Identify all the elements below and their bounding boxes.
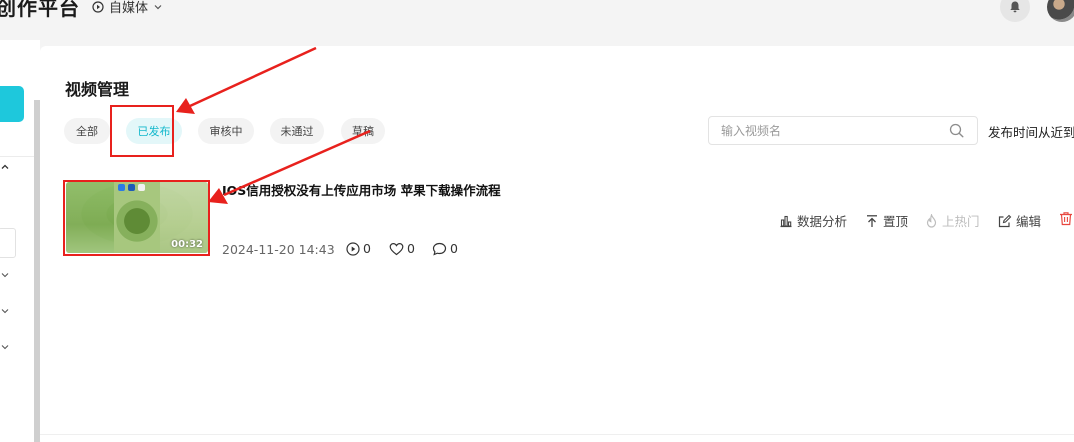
chevron-up-icon[interactable]: [0, 162, 10, 172]
promote-hot-label: 上热门: [942, 214, 980, 229]
video-thumbnail[interactable]: 00:32: [66, 182, 208, 253]
pin-label: 置顶: [883, 214, 909, 229]
like-count: 0: [389, 241, 415, 256]
app-icon: [118, 184, 125, 191]
promote-hot-button[interactable]: 上热门: [925, 211, 980, 230]
media-type-switch[interactable]: 自媒体: [92, 0, 163, 16]
publish-time-sort[interactable]: 发布时间从近到: [988, 122, 1074, 141]
tab-published[interactable]: 已发布: [126, 118, 182, 144]
chevron-down-icon: [154, 4, 162, 9]
like-count-value: 0: [407, 241, 415, 256]
sidebar-selected-subitem[interactable]: [0, 228, 16, 258]
video-title[interactable]: IOS信用授权没有上传应用市场 苹果下载操作流程: [222, 180, 501, 199]
comment-icon: [432, 242, 447, 256]
play-circle-icon: [92, 0, 104, 13]
analytics-button[interactable]: 数据分析: [779, 211, 847, 230]
media-switch-label: 自媒体: [109, 1, 149, 16]
search-icon[interactable]: [949, 123, 964, 138]
top-bar: 创作平台 自媒体: [0, 0, 1074, 22]
video-duration: 00:32: [171, 239, 203, 250]
user-avatar[interactable]: [1047, 0, 1074, 22]
bar-chart-icon: [780, 215, 792, 227]
play-count-value: 0: [363, 241, 371, 256]
edit-icon: [998, 214, 1012, 227]
comment-count-value: 0: [450, 241, 458, 256]
heart-icon: [389, 242, 404, 255]
comment-count: 0: [432, 241, 458, 256]
edit-label: 编辑: [1016, 214, 1042, 229]
brand-title: 创作平台: [0, 0, 80, 20]
panel-divider: [40, 434, 1074, 435]
app-icon: [138, 184, 145, 191]
flame-icon: [926, 213, 937, 228]
trash-icon: [1060, 212, 1072, 226]
edit-button[interactable]: 编辑: [998, 211, 1041, 230]
delete-button[interactable]: [1059, 211, 1073, 226]
tab-reviewing[interactable]: 审核中: [198, 118, 254, 144]
chevron-down-icon[interactable]: [0, 342, 10, 352]
notification-bell-icon[interactable]: [1000, 0, 1030, 22]
sidebar-active-item[interactable]: [0, 86, 24, 122]
tab-draft[interactable]: 草稿: [341, 118, 385, 144]
chevron-down-icon[interactable]: [0, 270, 10, 280]
play-count: 0: [346, 241, 371, 256]
sidebar-divider: [0, 156, 34, 157]
tab-rejected[interactable]: 未通过: [270, 118, 324, 144]
app-icon: [128, 184, 135, 191]
pin-top-icon: [867, 214, 877, 227]
tab-all[interactable]: 全部: [64, 118, 110, 144]
publish-date: 2024-11-20 14:43: [222, 242, 335, 257]
search-input[interactable]: [721, 122, 941, 140]
play-circle-icon: [346, 241, 360, 256]
video-search: [708, 116, 978, 145]
page-title: 视频管理: [65, 80, 130, 99]
chevron-down-icon[interactable]: [0, 306, 10, 316]
analytics-label: 数据分析: [797, 214, 848, 229]
pin-button[interactable]: 置顶: [865, 211, 908, 230]
